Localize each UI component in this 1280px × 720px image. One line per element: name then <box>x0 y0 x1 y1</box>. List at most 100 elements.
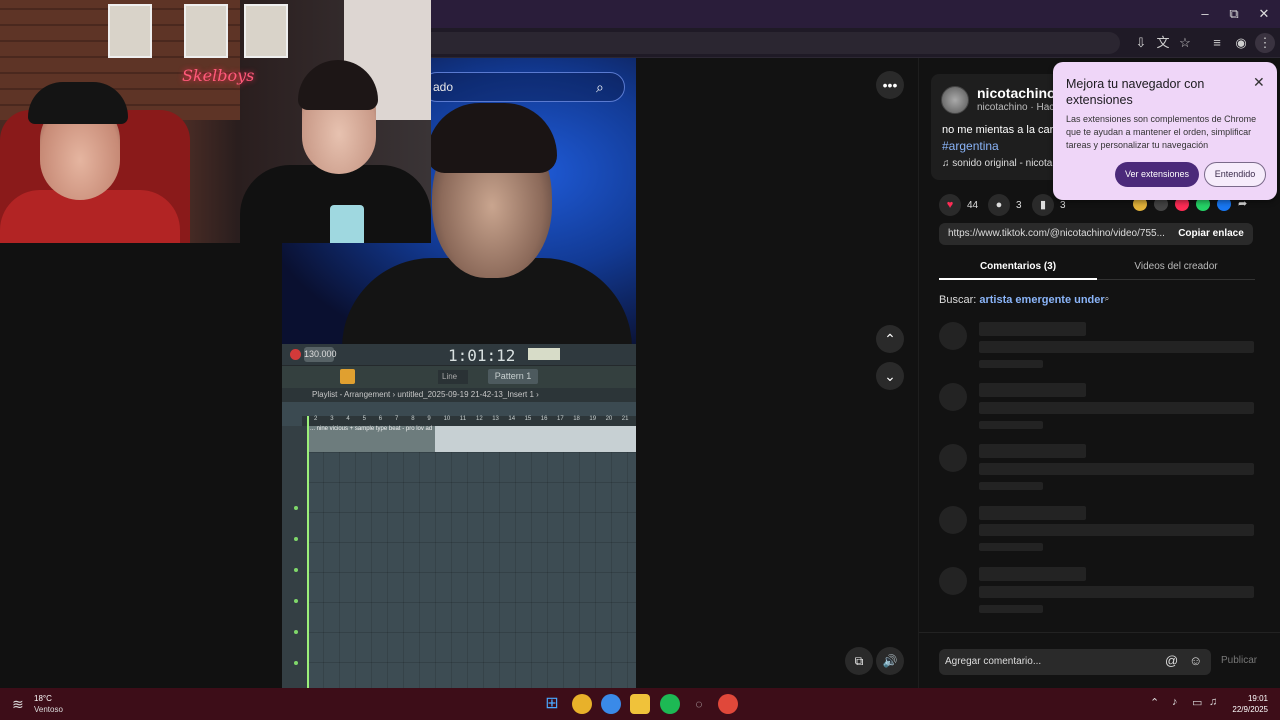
skeleton-avatar <box>939 383 967 411</box>
search-query-link[interactable]: artista emergente under <box>979 294 1104 306</box>
skeleton-line <box>979 444 1086 458</box>
track-dot <box>294 568 298 572</box>
clock-date[interactable]: 22/9/2025 <box>1224 705 1268 714</box>
profile-icon[interactable]: ◉ <box>1231 33 1251 53</box>
skeleton-line <box>979 506 1086 520</box>
weather-temp[interactable]: 18°C <box>34 694 52 703</box>
menu-kebab-icon[interactable]: ⋮ <box>1255 33 1275 53</box>
ruler-tick: 5 <box>362 416 366 422</box>
volume-icon[interactable]: 🔊 <box>876 647 904 675</box>
comment-bar: Agregar comentario... @ ☺ Publicar <box>919 632 1280 688</box>
skeleton-avatar <box>939 444 967 472</box>
heart-icon: ♥ <box>939 194 961 216</box>
reading-list-icon[interactable]: ≡ <box>1207 33 1227 53</box>
address-bar[interactable] <box>420 32 1120 54</box>
bookmark-star-icon[interactable]: ☆ <box>1175 33 1195 53</box>
publish-button[interactable]: Publicar <box>1221 655 1257 666</box>
comment-input[interactable]: Agregar comentario... @ ☺ <box>939 649 1211 675</box>
ruler-tick: 19 <box>589 416 597 422</box>
ruler-tick: 3 <box>330 416 334 422</box>
chrome-icon[interactable] <box>572 694 592 714</box>
video-link[interactable]: https://www.tiktok.com/@nicotachino/vide… <box>948 228 1166 239</box>
author-name[interactable]: nicotachino <box>977 85 1056 101</box>
comment-stat[interactable]: ● 3 <box>988 194 1022 216</box>
network-icon[interactable]: ▭ <box>1192 696 1202 709</box>
search-icon[interactable]: ⌕ <box>596 78 614 96</box>
minimize-button[interactable]: – <box>1190 4 1220 24</box>
daw-bpm: 130.000 <box>304 347 337 362</box>
skeleton-line <box>979 360 1043 368</box>
sound-link[interactable]: ♫ sonido original - nicota <box>942 158 1052 169</box>
tray-chevron-icon[interactable]: ⌃ <box>1150 696 1159 709</box>
tab-creator-videos[interactable]: Videos del creador <box>1097 254 1255 280</box>
close-window-button[interactable]: ✕ <box>1249 4 1279 24</box>
microphone-icon[interactable]: ♪ <box>1172 696 1178 708</box>
webcam-overlay: Skelboys <box>0 0 431 243</box>
mention-icon[interactable]: @ <box>1165 653 1178 668</box>
comment-placeholder: Agregar comentario... <box>945 656 1042 667</box>
track-dot <box>294 630 298 634</box>
tab-comments[interactable]: Comentarios (3) <box>939 254 1097 280</box>
track-dot <box>294 537 298 541</box>
ruler-tick: 9 <box>427 416 431 422</box>
avatar[interactable] <box>941 86 969 114</box>
pip-icon[interactable]: ⧉ <box>845 647 873 675</box>
weather-desc[interactable]: Ventoso <box>34 705 63 714</box>
maximize-button[interactable]: ⧉ <box>1219 4 1249 24</box>
person-left-cap <box>28 82 128 124</box>
skeleton-line <box>979 543 1043 551</box>
spotify-icon[interactable] <box>660 694 680 714</box>
like-stat[interactable]: ♥ 44 <box>939 194 978 216</box>
daw-playhead <box>307 416 309 688</box>
ruler-tick: 16 <box>540 416 548 422</box>
video-search-text: ado <box>433 80 454 94</box>
record-icon <box>290 349 301 360</box>
close-icon[interactable]: ✕ <box>1253 74 1265 91</box>
translate-icon[interactable]: 文 <box>1153 33 1173 53</box>
popup-body: Las extensiones son complementos de Chro… <box>1066 114 1257 150</box>
app-icon[interactable]: ◌ <box>689 694 709 714</box>
more-options-button[interactable]: ••• <box>876 71 904 99</box>
view-extensions-button[interactable]: Ver extensiones <box>1115 162 1199 187</box>
video-search-overlay[interactable]: ado ⌕ <box>422 72 625 102</box>
ruler-tick: 2 <box>314 416 318 422</box>
hashtag-link[interactable]: #argentina <box>942 139 999 153</box>
cup <box>330 205 364 243</box>
ruler-tick: 7 <box>395 416 399 422</box>
daw-pattern: Pattern 1 <box>488 369 538 384</box>
next-video-button[interactable]: ⌄ <box>876 362 904 390</box>
copy-link-button[interactable]: Copiar enlace <box>1169 223 1253 245</box>
dismiss-button[interactable]: Entendido <box>1204 162 1266 187</box>
poster <box>184 4 228 58</box>
ruler-tick: 11 <box>459 416 467 422</box>
track-dot <box>294 599 298 603</box>
previous-video-button[interactable]: ⌃ <box>876 325 904 353</box>
daw-time: 1:01:12 <box>448 346 516 365</box>
extensions-promo-popup: Mejora tu navegador con extensiones ✕ La… <box>1053 62 1277 200</box>
skeleton-avatar <box>939 506 967 534</box>
skeleton-line <box>979 605 1043 613</box>
start-icon[interactable]: ⊞ <box>542 694 562 714</box>
install-app-icon[interactable]: ⇩ <box>1131 33 1151 53</box>
file-explorer-icon[interactable] <box>630 694 650 714</box>
related-search[interactable]: Buscar: artista emergente under⌕ <box>939 294 1109 306</box>
video-link-box: https://www.tiktok.com/@nicotachino/vide… <box>939 223 1253 245</box>
skeleton-line <box>979 567 1086 581</box>
chrome-active-icon[interactable] <box>718 694 738 714</box>
ruler-tick: 13 <box>492 416 499 422</box>
daw-grid <box>307 452 636 688</box>
skeleton-line <box>979 341 1254 353</box>
bookmark-icon: ▮ <box>1032 194 1054 216</box>
search-label: Buscar: <box>939 294 977 306</box>
skeleton-line <box>979 524 1254 536</box>
daw-window: 130.000 1:01:12 Line Pattern 1 Playlist … <box>282 344 636 688</box>
skeleton-line <box>979 421 1043 429</box>
daw-playlist-title: Playlist - Arrangement › untitled_2025-0… <box>282 388 636 402</box>
popup-title: Mejora tu navegador con extensiones <box>1066 77 1205 107</box>
emoji-icon[interactable]: ☺ <box>1189 653 1202 668</box>
chrome-profile-icon[interactable] <box>601 694 621 714</box>
speaker-icon[interactable]: ♫ <box>1209 696 1217 708</box>
wind-icon[interactable]: ≋ <box>12 696 24 713</box>
clock-time[interactable]: 19:01 <box>1240 694 1268 703</box>
taskbar: ≋ 18°C Ventoso ⊞ ◌ ⌃ ♪ ▭ ♫ 19:01 22/9/20… <box>0 688 1280 720</box>
